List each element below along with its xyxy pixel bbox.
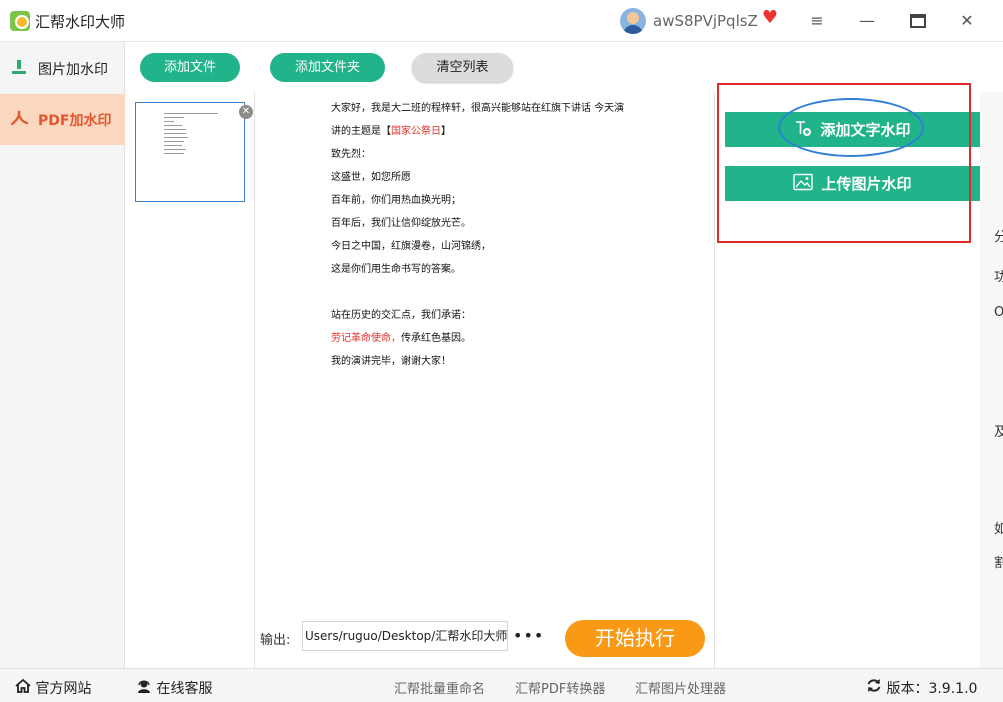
background-window-strip: [980, 92, 1003, 668]
pdf-converter-link[interactable]: 汇帮PDF转换器: [515, 678, 605, 697]
doc-text: 讲的主题是【: [331, 126, 391, 137]
vip-heart-icon[interactable]: ♥: [760, 8, 780, 28]
app-logo-icon: [10, 11, 30, 31]
headset-icon: [136, 680, 156, 697]
thumbnail-preview-lines: [164, 113, 220, 157]
sidebar-item-label: PDF加水印: [38, 112, 112, 129]
sidebar-item-label: 图片加水印: [38, 61, 108, 78]
image-processor-link[interactable]: 汇帮图片处理器: [635, 678, 726, 697]
sidebar-item-pdf-watermark[interactable]: PDF加水印: [0, 94, 125, 145]
doc-line: 今日之中国，红旗漫卷，山河锦绣，: [331, 241, 491, 252]
online-support-link[interactable]: 在线客服: [136, 678, 212, 698]
doc-line: 致先烈：: [331, 149, 371, 160]
close-button[interactable]: ✕: [952, 8, 982, 34]
clear-list-button[interactable]: 清空列表: [412, 53, 513, 82]
start-button[interactable]: 开始执行: [565, 620, 705, 657]
browse-more-button[interactable]: •••: [513, 626, 544, 645]
sidebar-item-image-watermark[interactable]: 图片加水印: [0, 43, 125, 94]
add-folder-button[interactable]: 添加文件夹: [270, 53, 385, 82]
clipped-text: 割: [994, 556, 1003, 571]
doc-red-text: 劳记革命使命，: [331, 333, 401, 344]
home-icon: [15, 678, 35, 697]
clipped-text: O: [994, 305, 1003, 320]
doc-red-topic: 国家公祭日: [391, 126, 441, 137]
username[interactable]: awS8PVjPqlsZ: [653, 12, 758, 30]
clipped-text: 分: [994, 230, 1003, 245]
version-info[interactable]: 版本：3.9.1.0: [866, 678, 977, 698]
status-bar: 官方网站 在线客服 汇帮批量重命名 汇帮PDF转换器 汇帮图片处理器 版本：3.…: [0, 668, 1003, 702]
doc-line: 大家好，我是大二班的程梓轩，很高兴能够站在红旗下讲话 今天演: [331, 103, 625, 114]
doc-line: 百年后，我们让信仰绽放光芒。: [331, 218, 471, 229]
clipped-text: 如: [994, 522, 1003, 537]
doc-line: 这盛世，如您所愿: [331, 172, 411, 183]
image-watermark-icon: [0, 59, 38, 78]
doc-line: 站在历史的交汇点，我们承诺：: [331, 310, 471, 321]
title-bar: 汇帮水印大师 awS8PVjPqlsZ ♥ ≡ — ✕: [0, 0, 1003, 42]
maximize-button[interactable]: [902, 8, 932, 34]
menu-button[interactable]: ≡: [802, 8, 832, 34]
doc-line: 我的演讲完毕，谢谢大家！: [331, 356, 451, 367]
sidebar: 图片加水印 PDF加水印: [0, 42, 125, 668]
clipped-text: 功: [994, 270, 1003, 285]
annotation-ellipse: [778, 98, 924, 157]
maximize-icon: [910, 14, 926, 28]
online-support-label: 在线客服: [156, 681, 213, 697]
doc-line: 讲的主题是【国家公祭日】: [331, 122, 451, 137]
doc-line: 这是你们用生命书写的答案。: [331, 264, 461, 275]
version-label: 版本：3.9.1.0: [886, 681, 978, 697]
document-preview: 大家好，我是大二班的程梓轩，很高兴能够站在红旗下讲话 今天演 讲的主题是【国家公…: [255, 92, 715, 668]
refresh-icon: [866, 679, 886, 697]
batch-rename-link[interactable]: 汇帮批量重命名: [394, 678, 485, 697]
official-website-label: 官方网站: [35, 681, 92, 697]
doc-line: 百年前，你们用热血换光明；: [331, 195, 461, 206]
pdf-icon: [0, 108, 38, 132]
output-label: 输出:: [260, 633, 291, 648]
pdf-thumbnail[interactable]: ✕: [135, 102, 253, 202]
add-file-button[interactable]: 添加文件: [140, 53, 240, 82]
clipped-text: 及: [994, 425, 1003, 440]
doc-text: 传承红色基因。: [401, 333, 471, 344]
output-path-field[interactable]: Users/ruguo/Desktop/汇帮水印大师: [302, 621, 508, 651]
thumbnail-panel: ✕: [125, 92, 255, 668]
official-website-link[interactable]: 官方网站: [15, 678, 91, 698]
doc-line: 劳记革命使命，传承红色基因。: [331, 329, 471, 344]
minimize-button[interactable]: —: [852, 8, 882, 34]
doc-text: 】: [441, 126, 451, 137]
remove-file-icon[interactable]: ✕: [239, 105, 253, 119]
app-title: 汇帮水印大师: [35, 13, 126, 31]
user-avatar[interactable]: [620, 8, 646, 34]
